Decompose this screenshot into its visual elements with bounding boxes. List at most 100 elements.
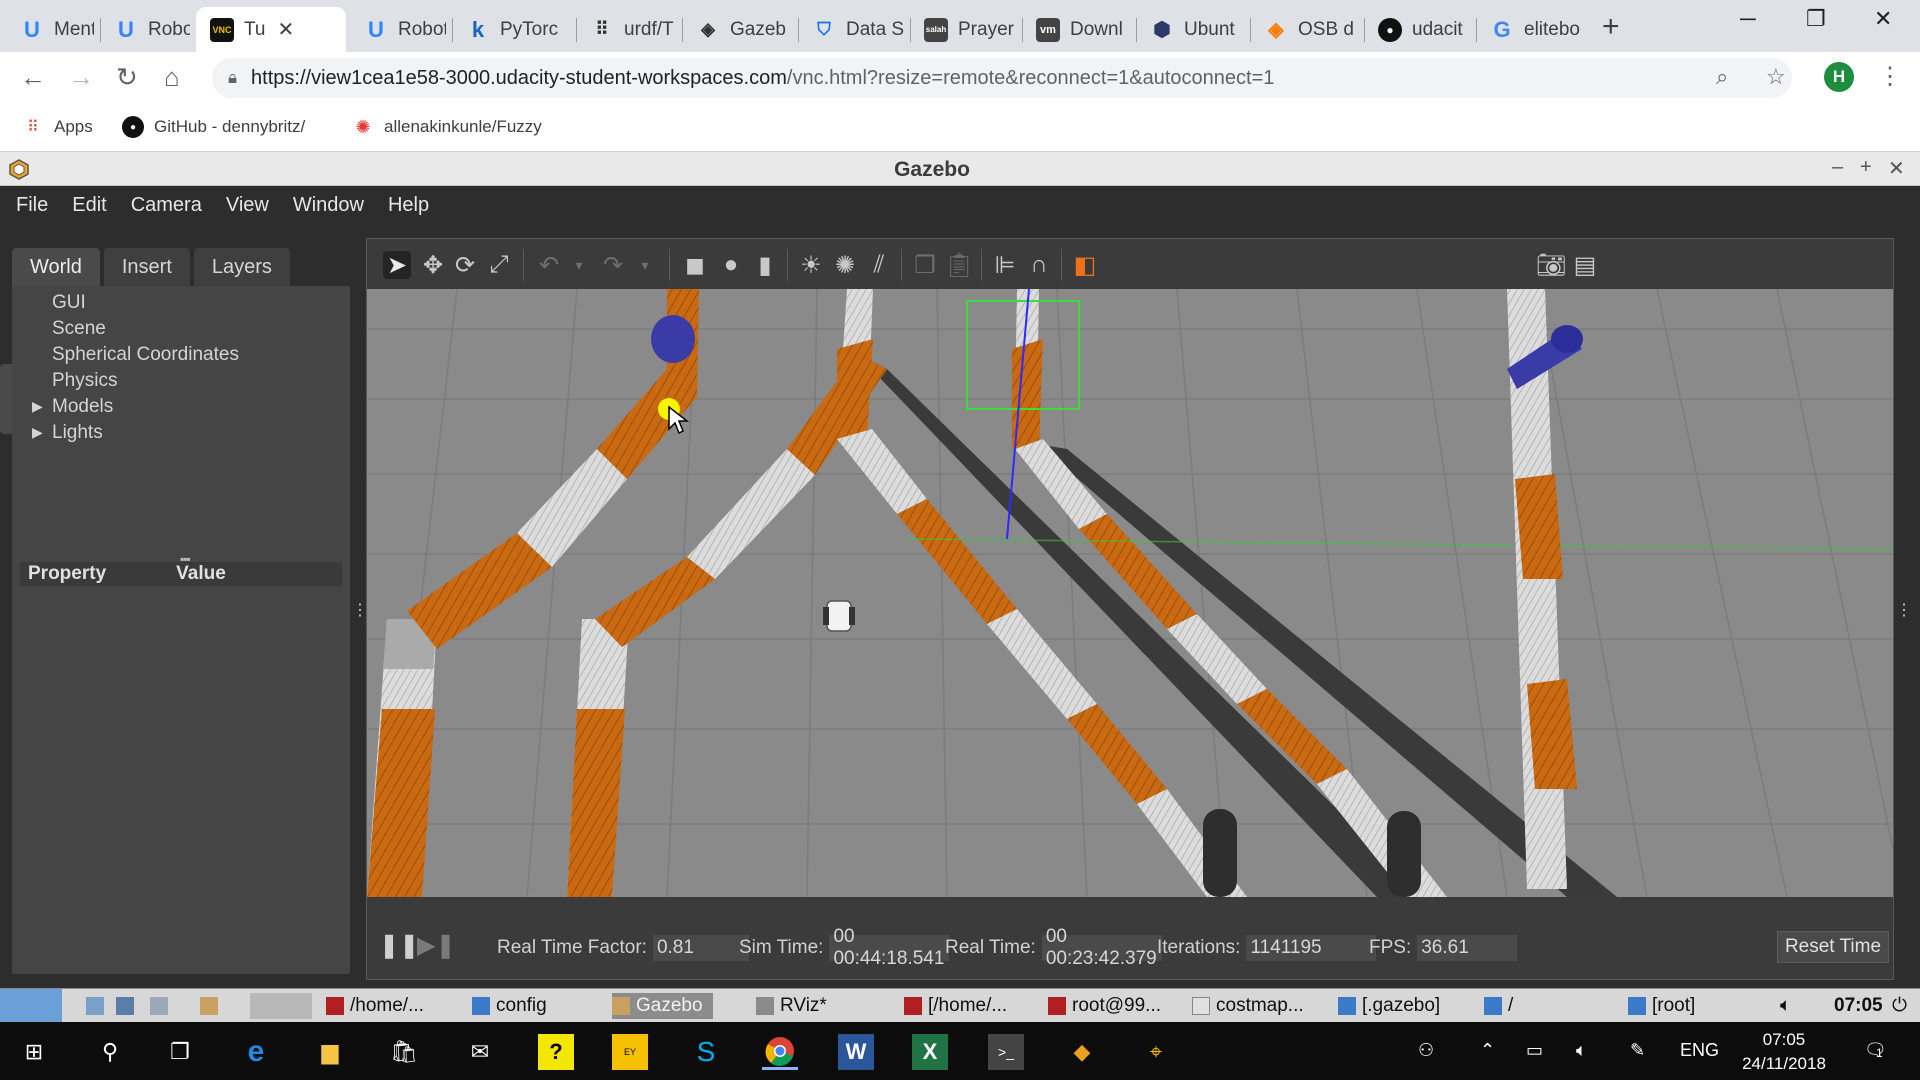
task-gazebo-folder[interactable]: [.gazebo] [1338,993,1440,1019]
log-icon[interactable]: ▤ [1571,251,1599,279]
profile-avatar[interactable]: H [1824,62,1854,92]
reset-time-button[interactable]: Reset Time [1777,931,1889,963]
excel-icon[interactable]: X [912,1034,948,1070]
bookmark-fuzzy[interactable]: ✺ allenakinkunle/Fuzzy [352,116,541,138]
star-icon[interactable]: ☆ [1766,64,1786,90]
tab-robotics-1[interactable]: URoboti [100,7,190,52]
tab-udacity-github[interactable]: ● udacit [1364,7,1470,52]
tab-vnc-active[interactable]: VNC Tu ✕ [196,7,346,52]
app-launcher-icon[interactable]: ⌖ [1138,1034,1174,1070]
edge-icon[interactable]: e [238,1034,274,1070]
directional-light-icon[interactable]: ⫽ [865,251,893,279]
reload-icon[interactable]: ↻ [116,62,138,93]
undo-icon[interactable]: ↶ [535,251,563,279]
forward-icon[interactable]: → [68,62,94,93]
task-gazebo[interactable]: Gazebo [612,993,713,1019]
gz-close-icon[interactable]: ✕ [1888,156,1905,181]
new-tab-icon[interactable]: + [1602,10,1620,44]
bookmark-apps[interactable]: ⠿ Apps [22,116,93,138]
tab-world[interactable]: World [12,248,100,286]
linux-start-button[interactable] [0,989,62,1023]
menu-camera[interactable]: Camera [131,194,202,217]
search-icon[interactable]: ⚲ [92,1034,128,1070]
tab-pytorch[interactable]: k PyTorc [452,7,570,52]
tab-osb[interactable]: ◈ OSB d [1250,7,1358,52]
home-icon[interactable]: ⌂ [164,62,180,93]
sphere-shape-icon[interactable]: ● [717,251,745,279]
menu-window[interactable]: Window [293,194,364,217]
zoom-icon[interactable]: ⌕ [1716,64,1728,90]
power-icon[interactable]: ⏻ [1892,993,1907,1019]
task-config[interactable]: config [472,993,547,1019]
terminal-launcher-icon[interactable] [116,993,140,1019]
tab-data-science[interactable]: ⛉ Data S [798,7,904,52]
tab-ubuntu[interactable]: ⬢ Ubunt [1136,7,1244,52]
task-home-2[interactable]: [/home/... [904,993,1007,1019]
task-rviz[interactable]: RViz* [756,993,827,1019]
tree-item-lights[interactable]: ▶ Lights [32,422,103,444]
view-angle-icon[interactable]: ◧ [1071,251,1099,279]
paste-icon[interactable]: 📋︎ [944,251,974,279]
skype-icon[interactable]: S [688,1034,724,1070]
help-app-icon[interactable]: ? [538,1034,574,1070]
snap-magnet-icon[interactable]: ∩ [1025,251,1053,279]
minimize-icon[interactable]: ─ [1740,6,1756,32]
task-home-1[interactable]: /home/... [326,993,424,1019]
tab-prayer[interactable]: salah Prayer [910,7,1016,52]
store-icon[interactable]: 🛍︎ [386,1034,422,1070]
tab-google[interactable]: Gelitebo [1476,7,1586,52]
cmd-icon[interactable]: >_ [988,1034,1024,1070]
tree-item-models[interactable]: ▶ Models [32,396,113,418]
tab-mentor[interactable]: UMento [6,7,94,52]
align-icon[interactable]: ⊫ [991,251,1019,279]
scene-render[interactable] [367,289,1893,897]
task-root-terminal[interactable]: root@99... [1048,993,1161,1019]
bookmark-github[interactable]: ● GitHub - dennybritz/ [122,116,305,138]
task-root[interactable]: [root] [1628,993,1695,1019]
menu-icon[interactable]: ⋮ [1878,62,1902,91]
select-mode-icon[interactable]: ➤ [383,251,411,279]
point-light-icon[interactable]: ☀ [797,251,825,279]
expand-arrow-icon[interactable]: ▶ [32,424,43,441]
blank-task[interactable] [250,993,312,1019]
scale-mode-icon[interactable]: ⤢ [485,251,513,279]
expand-arrow-icon[interactable]: ▶ [32,398,43,415]
mail-icon[interactable]: ✉ [462,1034,498,1070]
tree-item-spherical[interactable]: Spherical Coordinates [52,344,239,366]
restore-icon[interactable]: ❐ [1806,6,1826,32]
close-window-icon[interactable]: ✕ [1874,6,1892,32]
task-view-icon[interactable]: ❐ [162,1034,198,1070]
robot-model[interactable] [823,600,855,632]
tab-insert[interactable]: Insert [103,248,190,286]
spot-light-icon[interactable]: ✺ [831,251,859,279]
tab-urdf[interactable]: ⠿ urdf/T [576,7,676,52]
step-icon[interactable]: ▶❚ [417,931,456,960]
task-costmap[interactable]: costmap... [1192,993,1304,1019]
back-icon[interactable]: ← [20,62,46,93]
battery-icon[interactable]: ▭ [1526,1040,1543,1061]
tree-item-scene[interactable]: Scene [52,318,106,340]
language-indicator[interactable]: ENG [1680,1040,1719,1061]
speaker-icon[interactable]: 🔈︎ [1576,1040,1587,1061]
cylinder-shape-icon[interactable]: ▮ [751,251,779,279]
tab-gazebo[interactable]: ◈ Gazeb [682,7,792,52]
tree-item-gui[interactable]: GUI [52,292,86,314]
gz-minimize-icon[interactable]: – [1832,156,1843,179]
copy-icon[interactable]: ❐ [911,251,939,279]
screenshot-icon[interactable]: 📷︎ [1536,251,1566,279]
address-bar[interactable]: 🔒︎ https://view1cea1e58-3000.udacity-stu… [212,58,1792,98]
gazebo-launcher-icon[interactable] [200,993,224,1019]
rotate-mode-icon[interactable]: ⟳ [451,251,479,279]
undo-history-icon[interactable]: ▾ [565,251,593,279]
pause-icon[interactable]: ❚❚ [379,931,419,960]
tab-robotics-2[interactable]: URoboti [350,7,446,52]
git-icon[interactable]: ◆ [1064,1034,1100,1070]
tree-item-physics[interactable]: Physics [52,370,117,392]
desktop-icon[interactable] [150,993,174,1019]
file-manager-icon[interactable] [86,993,110,1019]
redo-icon[interactable]: ↷ [599,251,627,279]
people-icon[interactable]: ⚇ [1418,1040,1434,1061]
menu-file[interactable]: File [16,194,48,217]
menu-help[interactable]: Help [388,194,429,217]
menu-edit[interactable]: Edit [72,194,106,217]
